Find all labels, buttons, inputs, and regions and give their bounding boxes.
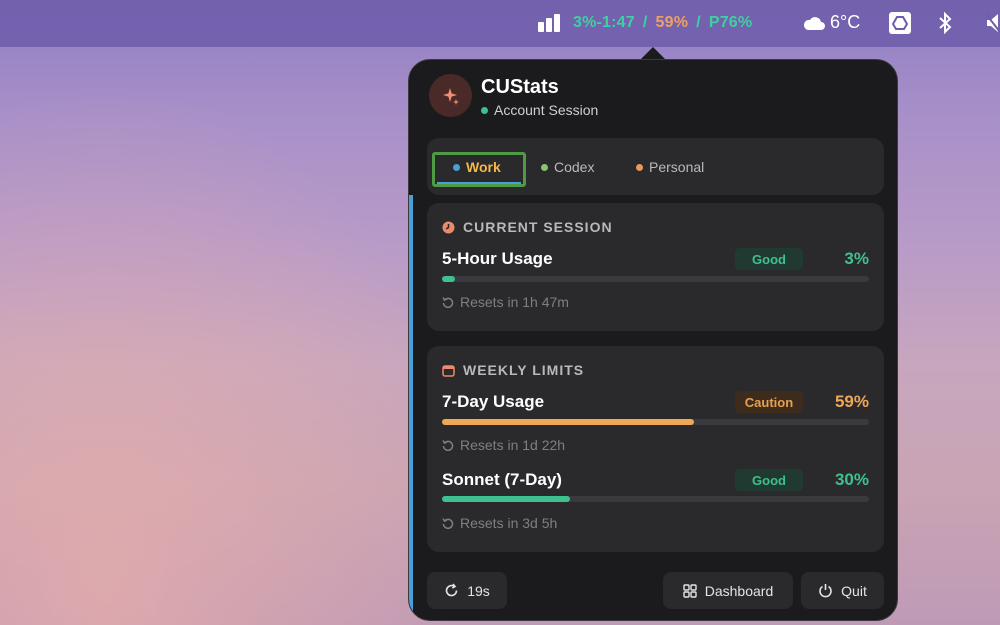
reset-info: Resets in 1d 22h <box>442 437 565 453</box>
refresh-button[interactable]: 19s <box>427 572 507 609</box>
section-title: CURRENT SESSION <box>463 219 613 235</box>
metric-percent: 59% <box>834 392 869 411</box>
weather-widget[interactable]: 6°C <box>802 12 860 33</box>
tab-dot <box>453 163 460 171</box>
weather-temperature: 6°C <box>830 12 861 32</box>
metric-name: Sonnet (7-Day) <box>442 470 562 489</box>
grid-icon <box>683 583 697 598</box>
usage-progress-bar <box>442 419 869 425</box>
metric-name: 5-Hour Usage <box>442 249 553 268</box>
drive-icon[interactable] <box>889 12 911 34</box>
reset-text: Resets in 1h 47m <box>460 294 569 310</box>
section-title: WEEKLY LIMITS <box>463 362 585 378</box>
custats-popover: CUStats Account Session Work Codex Perso… <box>408 59 898 621</box>
accent-rail <box>409 195 413 620</box>
usage-progress-bar <box>442 496 869 502</box>
menubar-p-stat: P76% <box>708 14 753 31</box>
tab-personal[interactable]: Personal <box>636 154 704 180</box>
sparkle-icon <box>442 87 459 105</box>
metric-percent: 30% <box>834 470 869 489</box>
status-badge: Good <box>735 469 803 491</box>
weekly-limits-card: WEEKLY LIMITS 7-Day Usage Caution 59% Re… <box>427 346 884 552</box>
usage-progress-bar <box>442 276 869 282</box>
metric-percent: 3% <box>844 249 869 268</box>
menubar-stats[interactable]: 3%-1:47 / 59% / P76% <box>573 14 752 32</box>
tab-codex[interactable]: Codex <box>541 154 594 180</box>
tab-label: Work <box>466 159 501 175</box>
dashboard-button[interactable]: Dashboard <box>663 572 793 609</box>
tab-label: Personal <box>649 159 705 175</box>
status-dot <box>481 106 488 114</box>
bluetooth-icon[interactable] <box>938 11 952 35</box>
usage-progress-fill <box>442 276 455 282</box>
menubar-session-stat: 3%-1:47 <box>573 14 635 31</box>
quit-button[interactable]: Quit <box>801 572 884 609</box>
usage-progress-fill <box>442 419 694 425</box>
tab-work[interactable]: Work <box>453 154 501 180</box>
section-heading: CURRENT SESSION <box>442 219 613 235</box>
metric-name: 7-Day Usage <box>442 392 545 411</box>
calendar-icon <box>442 364 455 377</box>
refresh-icon <box>445 583 458 597</box>
refresh-countdown: 19s <box>467 582 490 599</box>
reset-info: Resets in 3d 5h <box>442 515 557 531</box>
reset-text: Resets in 3d 5h <box>460 515 558 531</box>
current-session-card: CURRENT SESSION 5-Hour Usage Good 3% Res… <box>427 203 884 331</box>
reset-icon <box>442 440 454 451</box>
clock-icon <box>442 221 455 233</box>
tab-active-indicator <box>437 182 521 184</box>
mute-icon[interactable] <box>986 12 1000 34</box>
status-badge: Caution <box>735 391 803 413</box>
dashboard-label: Dashboard <box>704 582 774 599</box>
tab-dot <box>636 163 643 171</box>
cloud-icon <box>803 16 825 30</box>
reset-icon <box>442 297 454 308</box>
section-heading: WEEKLY LIMITS <box>442 362 584 378</box>
tab-dot <box>541 163 548 171</box>
power-icon <box>819 584 832 598</box>
reset-icon <box>442 518 454 529</box>
menubar-weekly-stat: 59% <box>655 14 689 31</box>
status-badge: Good <box>735 248 803 270</box>
reset-info: Resets in 1h 47m <box>442 294 569 310</box>
menubar-separator: / <box>642 14 648 31</box>
app-subtitle: Account Session <box>494 102 599 118</box>
menubar-separator: / <box>696 14 701 31</box>
tab-label: Codex <box>554 159 595 175</box>
reset-text: Resets in 1d 22h <box>460 437 566 453</box>
menu-bar: 3%-1:47 / 59% / P76% 6°C <box>0 0 1000 47</box>
account-tabs: Work Codex Personal <box>427 138 884 195</box>
signal-bars-icon[interactable] <box>538 14 562 32</box>
account-session-status: Account Session <box>481 102 598 118</box>
usage-progress-fill <box>442 496 571 502</box>
quit-label: Quit <box>841 582 867 599</box>
app-icon <box>429 74 472 117</box>
popover-arrow <box>641 47 665 59</box>
app-title: CUStats <box>481 76 559 98</box>
